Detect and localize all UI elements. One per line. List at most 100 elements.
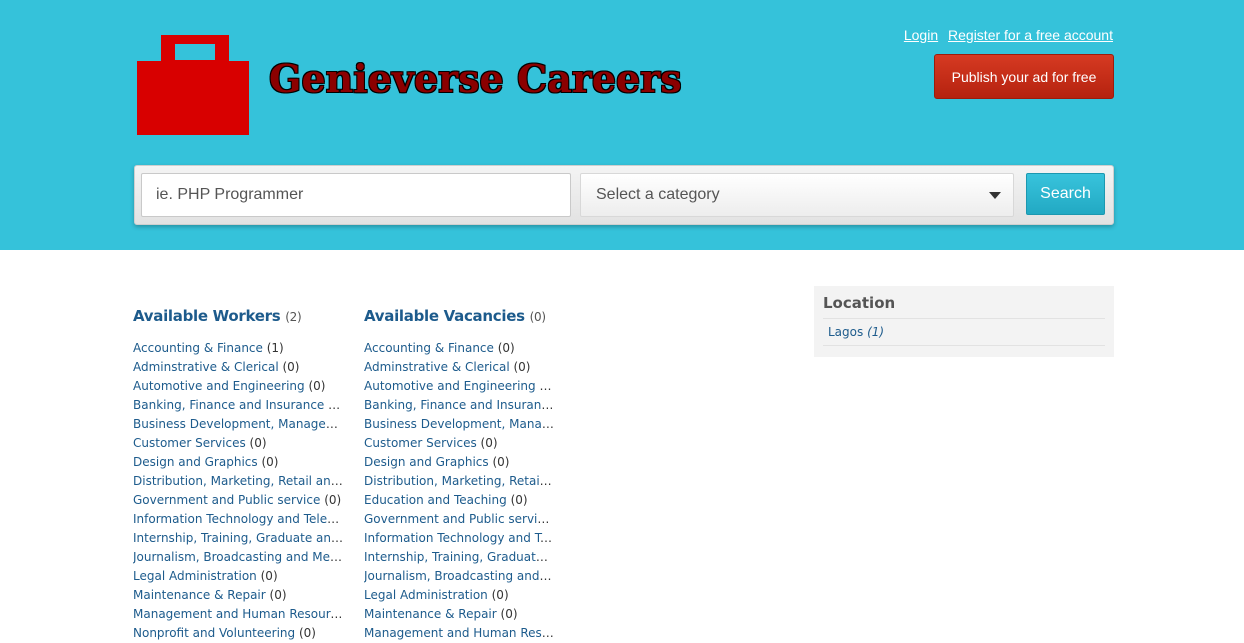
category-link[interactable]: Information Technology and Telecoms	[364, 531, 554, 545]
category-item: Legal Administration (0)	[364, 586, 554, 605]
workers-heading: Available Workers (2)	[133, 307, 343, 325]
category-link[interactable]: Government and Public service	[133, 493, 320, 507]
publish-ad-button[interactable]: Publish your ad for free	[934, 54, 1114, 99]
category-link[interactable]: Accounting & Finance	[364, 341, 494, 355]
category-item: Internship, Training, Graduate and Entry…	[364, 548, 554, 567]
category-link[interactable]: Business Development, Management	[133, 417, 343, 431]
category-item: Business Development, Management (0)	[364, 415, 554, 434]
category-link[interactable]: Accounting & Finance	[133, 341, 263, 355]
category-link[interactable]: Adminstrative & Clerical	[133, 360, 279, 374]
location-list: Lagos (1)	[823, 319, 1105, 346]
category-item: Maintenance & Repair (0)	[133, 586, 343, 605]
vacancies-heading: Available Vacancies (0)	[364, 307, 554, 325]
category-count: (0)	[282, 360, 300, 374]
search-button[interactable]: Search	[1026, 173, 1105, 215]
category-link[interactable]: Banking, Finance and Insurance	[364, 398, 554, 412]
category-link[interactable]: Adminstrative & Clerical	[364, 360, 510, 374]
category-item: Internship, Training, Graduate and Entry…	[133, 529, 343, 548]
category-item: Banking, Finance and Insurance (0)	[133, 396, 343, 415]
location-count: (1)	[867, 325, 885, 339]
vacancies-column: Available Vacancies (0) Accounting & Fin…	[364, 307, 554, 643]
category-item: Customer Services (0)	[364, 434, 554, 453]
category-link[interactable]: Distribution, Marketing, Retail and Sale…	[133, 474, 343, 488]
location-title: Location	[823, 294, 1105, 319]
category-count: (0)	[480, 436, 498, 450]
category-count: (0)	[261, 455, 279, 469]
category-item: Automotive and Engineering (0)	[364, 377, 554, 396]
category-item: Adminstrative & Clerical (0)	[133, 358, 343, 377]
search-bar: ie. PHP Programmer Select a category Sea…	[134, 165, 1114, 225]
category-item: Nonprofit and Volunteering (0)	[133, 624, 343, 643]
category-link[interactable]: Government and Public service	[364, 512, 551, 526]
register-link[interactable]: Register for a free account	[948, 27, 1113, 43]
category-link[interactable]: Automotive and Engineering	[133, 379, 305, 393]
category-item: Information Technology and Telecoms (0)	[133, 510, 343, 529]
site-logo-text[interactable]: Genieverse Careers	[269, 56, 682, 101]
category-item: Banking, Finance and Insurance (0)	[364, 396, 554, 415]
category-count: (0)	[500, 607, 518, 621]
category-count: (0)	[539, 379, 554, 393]
category-link[interactable]: Journalism, Broadcasting and Media	[364, 569, 554, 583]
category-link[interactable]: Journalism, Broadcasting and Media	[133, 550, 343, 564]
category-item: Maintenance & Repair (0)	[364, 605, 554, 624]
category-link[interactable]: Internship, Training, Graduate and Entry…	[133, 531, 343, 545]
category-item: Customer Services (0)	[133, 434, 343, 453]
category-link[interactable]: Banking, Finance and Insurance	[133, 398, 324, 412]
location-panel: Location Lagos (1)	[814, 286, 1114, 357]
category-link[interactable]: Distribution, Marketing, Retail and Sale…	[364, 474, 554, 488]
category-link[interactable]: Automotive and Engineering	[364, 379, 536, 393]
category-link[interactable]: Legal Administration	[364, 588, 488, 602]
category-item: Government and Public service (0)	[364, 510, 554, 529]
location-item[interactable]: Lagos (1)	[823, 319, 1105, 346]
category-link[interactable]: Design and Graphics	[364, 455, 489, 469]
category-link[interactable]: Design and Graphics	[133, 455, 258, 469]
category-item: Adminstrative & Clerical (0)	[364, 358, 554, 377]
category-link[interactable]: Customer Services	[364, 436, 477, 450]
category-link[interactable]: Information Technology and Telecoms	[133, 512, 343, 526]
category-link[interactable]: Customer Services	[133, 436, 246, 450]
category-count: (0)	[513, 360, 531, 374]
workers-title[interactable]: Available Workers	[133, 307, 281, 325]
category-link[interactable]: Maintenance & Repair	[364, 607, 497, 621]
category-item: Business Development, Management (0)	[133, 415, 343, 434]
header: Genieverse Careers Login Register for a …	[0, 0, 1244, 250]
category-count: (0)	[497, 341, 515, 355]
category-count: (0)	[328, 398, 343, 412]
category-link[interactable]: Maintenance & Repair	[133, 588, 266, 602]
category-count: (0)	[298, 626, 316, 640]
category-count: (0)	[492, 455, 510, 469]
category-item: Accounting & Finance (0)	[364, 339, 554, 358]
category-link[interactable]: Internship, Training, Graduate and Entry…	[364, 550, 554, 564]
category-link[interactable]: Legal Administration	[133, 569, 257, 583]
category-count: (0)	[269, 588, 287, 602]
category-count: (0)	[324, 493, 342, 507]
briefcase-logo-icon[interactable]	[137, 35, 249, 135]
category-item: Management and Human Resources (0)	[364, 624, 554, 643]
category-link[interactable]: Nonprofit and Volunteering	[133, 626, 295, 640]
category-select[interactable]: Select a category	[580, 173, 1014, 217]
category-select-label: Select a category	[596, 186, 720, 203]
category-item: Design and Graphics (0)	[364, 453, 554, 472]
login-link[interactable]: Login	[904, 27, 938, 43]
category-item: Information Technology and Telecoms (0)	[364, 529, 554, 548]
category-item: Education and Teaching (0)	[364, 491, 554, 510]
category-item: Journalism, Broadcasting and Media (0)	[364, 567, 554, 586]
category-item: Legal Administration (0)	[133, 567, 343, 586]
category-link[interactable]: Education and Teaching	[364, 493, 507, 507]
category-count: (0)	[491, 588, 509, 602]
category-link[interactable]: Business Development, Management	[364, 417, 554, 431]
category-count: (0)	[308, 379, 326, 393]
workers-category-list: Accounting & Finance (1) Adminstrative & …	[133, 339, 343, 643]
category-item: Distribution, Marketing, Retail and Sale…	[133, 472, 343, 491]
category-count: (1)	[266, 341, 284, 355]
search-input[interactable]: ie. PHP Programmer	[141, 173, 571, 217]
category-item: Automotive and Engineering (0)	[133, 377, 343, 396]
category-item: Management and Human Resources (0)	[133, 605, 343, 624]
category-link[interactable]: Management and Human Resources	[364, 626, 554, 640]
location-link[interactable]: Lagos	[828, 325, 863, 339]
vacancies-category-list: Accounting & Finance (0) Adminstrative & …	[364, 339, 554, 643]
category-item: Design and Graphics (0)	[133, 453, 343, 472]
vacancies-title[interactable]: Available Vacancies	[364, 307, 525, 325]
account-links: Login Register for a free account	[898, 27, 1113, 43]
category-link[interactable]: Management and Human Resources	[133, 607, 343, 621]
